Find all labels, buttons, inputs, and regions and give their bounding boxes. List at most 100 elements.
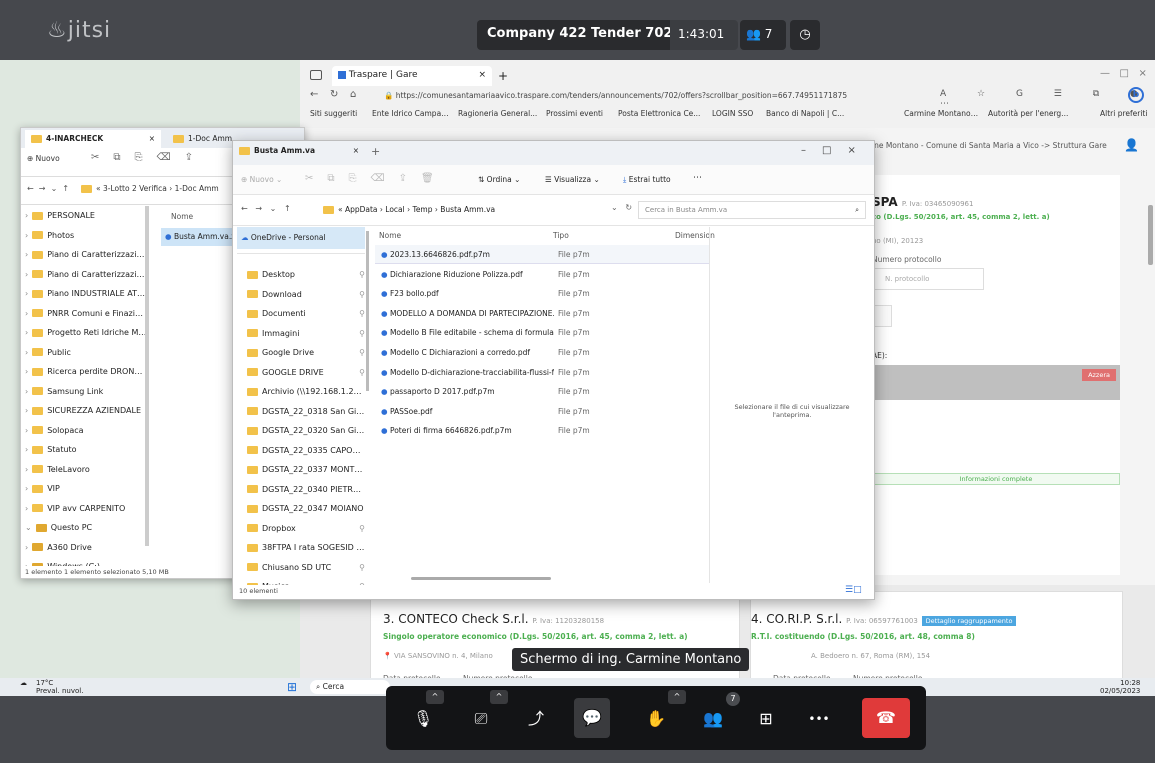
- nav-item[interactable]: DGSTA_22_0320 San Giorgi⚲: [247, 421, 365, 441]
- participants-count[interactable]: 👥 7: [740, 20, 786, 50]
- path-dropdown-icon[interactable]: ⌄ ↻: [611, 203, 632, 212]
- column-name-header[interactable]: Nome: [171, 212, 193, 221]
- tree-item[interactable]: › Solopaca: [25, 421, 147, 441]
- nav-item[interactable]: DGSTA_22_0340 PIETRELCI⚲: [247, 480, 365, 500]
- raise-hand-icon[interactable]: ✋: [641, 704, 671, 734]
- camera-icon[interactable]: ⎚: [466, 704, 496, 734]
- share-screen-icon[interactable]: ⤴: [521, 704, 551, 734]
- tree-item[interactable]: › Photos: [25, 226, 147, 246]
- nav-item[interactable]: Chiusano SD UTC ⚲: [247, 558, 365, 578]
- close-tab-icon[interactable]: ×: [149, 134, 155, 143]
- nav-item[interactable]: Documenti ⚲: [247, 304, 365, 324]
- file-row[interactable]: ● MODELLO A DOMANDA DI PARTECIPAZIONE...…: [375, 304, 709, 323]
- user-avatar-icon[interactable]: 👤: [1124, 138, 1139, 152]
- new-tab-icon[interactable]: +: [371, 145, 380, 158]
- mic-options-chevron-up-icon[interactable]: ^: [426, 690, 444, 704]
- file-row[interactable]: ● passaporto D 2017.pdf.p7m File p7m: [375, 382, 709, 401]
- bookmark-item[interactable]: LOGIN SSO: [712, 109, 760, 118]
- nav-item[interactable]: Desktop ⚲: [247, 265, 365, 285]
- file-row[interactable]: ● Modello D-dichiarazione-tracciabilita-…: [375, 363, 709, 382]
- reset-button[interactable]: Azzera: [1082, 369, 1116, 381]
- tree-item[interactable]: ⌄ Questo PC: [25, 518, 147, 538]
- toolbar-icons[interactable]: ✂⧉⎘⌫⇪: [91, 152, 207, 163]
- nav-arrows[interactable]: ← → ⌄ ↑: [241, 204, 291, 213]
- group-detail-badge[interactable]: Dettaglio raggruppamento: [921, 616, 1017, 626]
- view-button[interactable]: ☰ Visualizza ⌄: [545, 175, 600, 184]
- page-scrollbar[interactable]: [1148, 205, 1153, 265]
- view-toggle-icons[interactable]: ☰□: [845, 585, 862, 595]
- tree-item[interactable]: › PNRR Comuni e Finaziamen: [25, 304, 147, 324]
- new-button[interactable]: ⊕ Nuovo: [27, 154, 60, 163]
- tree-item[interactable]: › Piano INDUSTRIALE ATO1_T: [25, 284, 147, 304]
- windows-start-icon[interactable]: ⊞: [287, 680, 297, 694]
- sort-button[interactable]: ⇅ Ordina ⌄: [478, 175, 520, 184]
- reactions-chevron-up-icon[interactable]: ^: [668, 690, 686, 704]
- horizontal-scrollbar[interactable]: [411, 577, 551, 580]
- file-row[interactable]: ● Modello B File editabile - schema di f…: [375, 323, 709, 342]
- extract-all-button[interactable]: ⤓ Estrai tutto: [623, 175, 671, 185]
- tree-item[interactable]: ›Piano di Caratterizzazione R: [25, 265, 147, 285]
- taskbar-search[interactable]: ⌕ Cerca: [310, 680, 390, 694]
- tree-item[interactable]: › A360 Drive: [25, 538, 147, 558]
- protocol-input[interactable]: N. protocollo: [872, 268, 984, 290]
- nav-onedrive[interactable]: ☁ OneDrive - Personal: [237, 227, 365, 249]
- path-bar[interactable]: « AppData › Local › Temp › Busta Amm.va: [317, 201, 637, 219]
- tree-item[interactable]: › VIP avv CARPENITO: [25, 499, 147, 519]
- bookmark-item[interactable]: Posta Elettronica Ce...: [618, 109, 704, 118]
- nav-item[interactable]: DGSTA_22_0347 MOIANO⚲: [247, 499, 365, 519]
- page-button[interactable]: [872, 305, 892, 327]
- explorer-tab[interactable]: 4-INARCHECK ×: [25, 130, 161, 148]
- microphone-icon[interactable]: 🎙: [408, 704, 438, 734]
- tab-actions-icon[interactable]: [310, 70, 322, 80]
- tree-item[interactable]: › Samsung Link: [25, 382, 147, 402]
- column-type-header[interactable]: Tipo: [553, 231, 569, 240]
- tree-item[interactable]: › PERSONALE: [25, 206, 147, 226]
- file-row[interactable]: ● 2023.13.6646826.pdf.p7m File p7m: [375, 245, 709, 264]
- bookmark-item[interactable]: Ente Idrico Campan...: [372, 109, 452, 118]
- nav-item[interactable]: DGSTA_22_0318 San Giorgi⚲: [247, 402, 365, 422]
- column-name-header[interactable]: Nome: [379, 231, 401, 240]
- info-complete-button[interactable]: Informazioni complete: [872, 473, 1120, 485]
- participants-icon[interactable]: 👥: [698, 704, 728, 734]
- home-icon[interactable]: ⌂: [350, 89, 356, 100]
- window-controls[interactable]: — □ ×: [1100, 68, 1147, 79]
- tile-view-icon[interactable]: ⊞: [751, 704, 781, 734]
- nav-item[interactable]: Archivio (\\192.168.1.202) (⚲: [247, 382, 365, 402]
- reload-icon[interactable]: ↻: [330, 89, 338, 100]
- new-button[interactable]: ⊕ Nuovo ⌄: [241, 175, 282, 184]
- camera-options-chevron-up-icon[interactable]: ^: [490, 690, 508, 704]
- zip-tab[interactable]: Busta Amm.va ×: [239, 146, 359, 155]
- new-tab-icon[interactable]: +: [498, 69, 508, 83]
- hangup-icon[interactable]: ☎: [862, 698, 910, 738]
- bookmark-item[interactable]: Prossimi eventi: [546, 109, 610, 118]
- weather-widget[interactable]: ☁: [20, 679, 27, 687]
- bookmark-item[interactable]: Carmine Montano -...: [904, 109, 980, 118]
- clock[interactable]: 10:28 02/05/2023: [1100, 679, 1140, 695]
- more-actions-icon[interactable]: •••: [804, 704, 834, 734]
- more-options-icon[interactable]: ⋯: [693, 173, 702, 183]
- file-row[interactable]: ● Modello C Dichiarazioni a corredo.pdf F…: [375, 343, 709, 362]
- tree-item[interactable]: › Statuto: [25, 440, 147, 460]
- zip-window-controls[interactable]: –□×: [801, 145, 872, 156]
- close-tab-icon[interactable]: ×: [353, 146, 359, 155]
- bing-icon[interactable]: b: [1128, 87, 1144, 103]
- tree-item[interactable]: › SICUREZZA AZIENDALE: [25, 401, 147, 421]
- nav-item[interactable]: Immagini ⚲: [247, 324, 365, 344]
- nav-item[interactable]: DGSTA_22_0335 CAPOSELE⚲: [247, 441, 365, 461]
- bookmark-item[interactable]: Altri preferiti: [1100, 109, 1150, 118]
- tree-item[interactable]: › Progetto Reti Idriche M2C4-: [25, 323, 147, 343]
- tree-item[interactable]: › TeleLavoro: [25, 460, 147, 480]
- address-bar[interactable]: 🔒 https://comunesantamariaavico.traspare…: [368, 88, 928, 104]
- nav-item[interactable]: Musica ⚲: [247, 577, 365, 585]
- tree-scrollbar[interactable]: [145, 206, 149, 546]
- back-icon[interactable]: ←: [310, 89, 318, 100]
- nav-item[interactable]: Dropbox ⚲: [247, 519, 365, 539]
- file-row[interactable]: ● F23 bollo.pdf File p7m: [375, 284, 709, 303]
- tree-item[interactable]: › VIP: [25, 479, 147, 499]
- tree-item[interactable]: › Public: [25, 343, 147, 363]
- search-input[interactable]: Cerca in Busta Amm.va ⌕: [638, 201, 866, 219]
- speaker-stats-icon[interactable]: ◷: [790, 20, 820, 50]
- bookmark-item[interactable]: Ragioneria General...: [458, 109, 540, 118]
- tree-item[interactable]: ›Windows (C:): [25, 557, 147, 566]
- nav-item[interactable]: Google Drive ⚲: [247, 343, 365, 363]
